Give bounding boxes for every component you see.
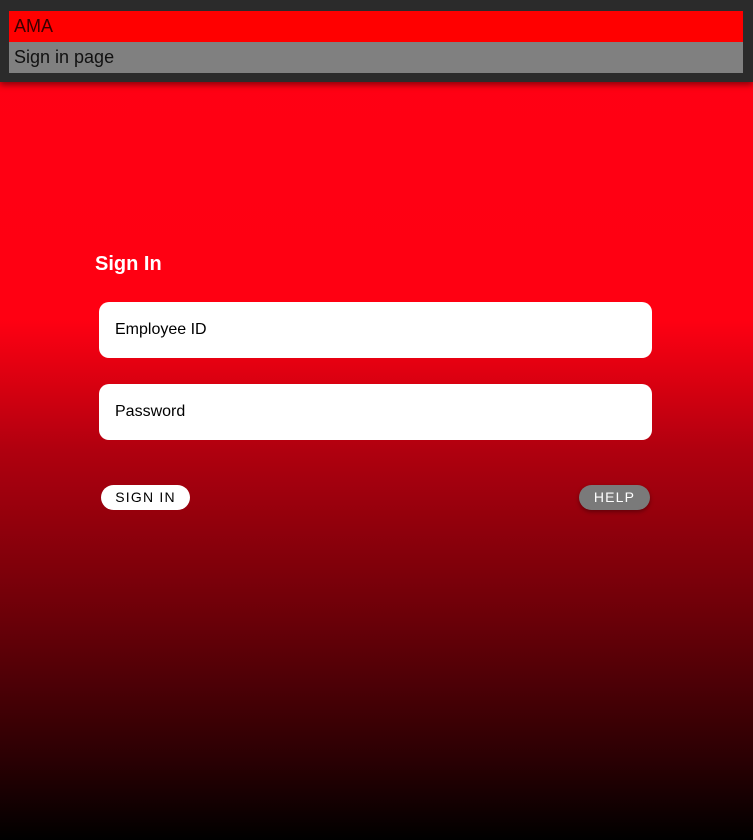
employee-id-input[interactable] [99,302,652,358]
password-input[interactable] [99,384,652,440]
app-brand: AMA [9,11,743,42]
app-header: AMA Sign in page [0,0,753,82]
help-button[interactable]: HELP [579,485,650,510]
page-subtitle: Sign in page [9,42,743,73]
form-title: Sign In [95,253,162,275]
sign-in-button[interactable]: SIGN IN [101,485,190,510]
